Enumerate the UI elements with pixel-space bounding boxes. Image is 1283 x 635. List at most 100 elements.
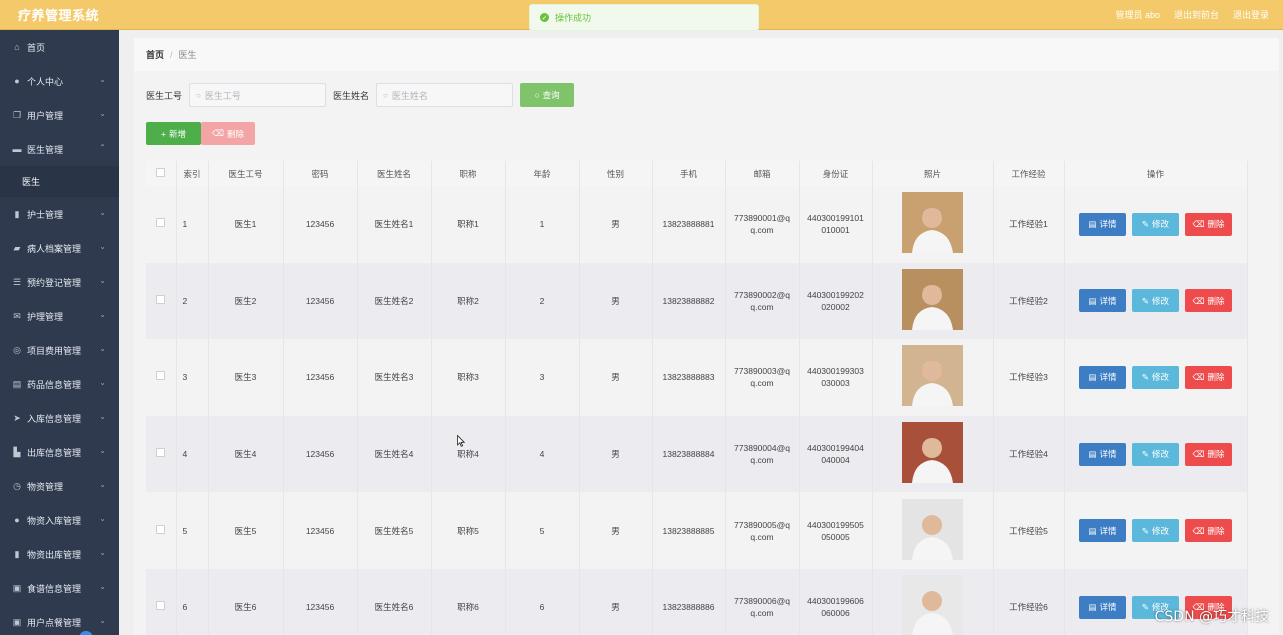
delete-button[interactable]: ⌫ 删除 xyxy=(1185,519,1232,543)
cell-operations: ▤ 详情 ✎ 修改 ⌫ 删除 xyxy=(1064,262,1248,340)
edit-button-label: 修改 xyxy=(1152,219,1170,230)
sidebar-item-label: 个人中心 xyxy=(27,76,64,87)
row-checkbox[interactable] xyxy=(156,601,166,611)
sidebar-item-doctors[interactable]: ▬ 医生管理 ⌃ xyxy=(0,132,119,166)
edit-button[interactable]: ✎ 修改 xyxy=(1132,519,1179,543)
sidebar-item-stock-out[interactable]: ▙ 出库信息管理 ⌄ xyxy=(0,435,119,469)
trash-icon: ⌫ xyxy=(1192,372,1205,383)
row-checkbox[interactable] xyxy=(156,448,166,458)
sidebar-item-stock-in[interactable]: ➤ 入库信息管理 ⌄ xyxy=(0,401,119,435)
sidebar-item-supplies[interactable]: ◷ 物资管理 ⌄ xyxy=(0,469,119,503)
detail-button-label: 详情 xyxy=(1099,372,1117,383)
delete-button[interactable]: ⌫ 删除 xyxy=(1185,365,1232,389)
sidebar-item-recipes[interactable]: ▣ 食谱信息管理 ⌄ xyxy=(0,571,119,605)
sidebar-item-appointments[interactable]: ☰ 预约登记管理 ⌄ xyxy=(0,265,119,299)
sidebar-item-nursing[interactable]: ✉ 护理管理 ⌄ xyxy=(0,299,119,333)
bag-icon: ▣ xyxy=(12,616,22,627)
admin-user-label[interactable]: 管理员 abo xyxy=(1115,8,1160,21)
delete-button-label: 删除 xyxy=(1207,449,1225,460)
cell-doctor-id: 医生6 xyxy=(208,568,284,635)
add-button[interactable]: + 新增 xyxy=(146,122,201,145)
cell-doctor-id: 医生3 xyxy=(208,339,284,416)
cell-operations: ▤ 详情 ✎ 修改 ⌫ 删除 xyxy=(1064,492,1248,569)
sidebar-item-supplies-out[interactable]: ▮ 物资出库管理 ⌄ xyxy=(0,537,119,571)
breadcrumb-current: 医生 xyxy=(178,50,197,60)
check-circle-icon: ✓ xyxy=(540,13,549,22)
cell-doctor-id: 医生2 xyxy=(208,262,284,340)
row-checkbox[interactable] xyxy=(156,294,166,304)
delete-button[interactable]: ⌫ 删除 xyxy=(1185,289,1232,313)
cell-age: 6 xyxy=(505,568,580,635)
detail-button[interactable]: ▤ 详情 xyxy=(1079,365,1126,389)
detail-button[interactable]: ▤ 详情 xyxy=(1079,519,1126,543)
doctor-name-input[interactable]: ○ 医生姓名 xyxy=(376,83,514,107)
sidebar-item-label: 物资入库管理 xyxy=(27,515,82,526)
chevron-down-icon: ⌄ xyxy=(99,208,106,217)
detail-button[interactable]: ▤ 详情 xyxy=(1079,442,1126,466)
edit-button[interactable]: ✎ 修改 xyxy=(1132,212,1179,236)
sidebar-item-label: 护理管理 xyxy=(27,311,64,322)
watermark: CSDN @巧才科技 xyxy=(1154,609,1269,625)
cell-experience: 工作经验3 xyxy=(993,339,1065,416)
cell-id-card: 440300199505 050005 xyxy=(799,492,873,569)
detail-button[interactable]: ▤ 详情 xyxy=(1079,289,1126,313)
trash-icon: ⌫ xyxy=(1192,525,1205,536)
sidebar-item-medicine[interactable]: ▤ 药品信息管理 ⌄ xyxy=(0,367,119,401)
row-checkbox[interactable] xyxy=(156,524,166,534)
delete-button[interactable]: ⌫ 删除 xyxy=(1185,212,1232,236)
mail-icon: ✉ xyxy=(13,310,21,321)
chevron-down-icon: ⌄ xyxy=(99,276,106,285)
sidebar-item-home[interactable]: ⌂ 首页 xyxy=(0,30,119,64)
batch-delete-button[interactable]: ⌫ 删除 xyxy=(201,122,255,145)
edit-button[interactable]: ✎ 修改 xyxy=(1132,289,1179,313)
logout-link[interactable]: 退出登录 xyxy=(1233,8,1269,21)
cell-title: 职称2 xyxy=(431,262,506,340)
cell-operations: ▤ 详情 ✎ 修改 ⌫ 删除 xyxy=(1064,415,1248,493)
sidebar-item-fees[interactable]: ◎ 项目费用管理 ⌄ xyxy=(0,333,119,367)
detail-button[interactable]: ▤ 详情 xyxy=(1079,595,1126,619)
detail-button[interactable]: ▤ 详情 xyxy=(1079,212,1126,236)
chart-icon: ▙ xyxy=(13,446,21,457)
cell-email: 773890006@q q.com xyxy=(725,568,800,635)
header-doctor-name: 医生姓名 xyxy=(357,161,432,186)
chevron-down-icon: ⌄ xyxy=(99,109,106,118)
sidebar-item-patient-records[interactable]: ▰ 病人档案管理 ⌄ xyxy=(0,231,119,265)
sidebar-item-users[interactable]: ❐ 用户管理 ⌄ xyxy=(0,98,119,132)
breadcrumb: 首页 / 医生 xyxy=(134,38,1279,71)
document-icon: ▤ xyxy=(1088,295,1097,306)
breadcrumb-separator: / xyxy=(170,49,173,60)
back-to-frontend-link[interactable]: 退出到前台 xyxy=(1174,8,1219,21)
row-select-cell xyxy=(146,186,177,263)
detail-button-label: 详情 xyxy=(1099,602,1117,613)
id-card-line-2: 050005 xyxy=(821,531,850,542)
doctor-id-input[interactable]: ○ 医生工号 xyxy=(189,83,327,107)
search-icon: ○ xyxy=(196,90,201,100)
id-card-line-1: 440300199606 xyxy=(807,596,864,607)
row-select-cell xyxy=(146,415,177,493)
delete-button-label: 删除 xyxy=(1207,372,1225,383)
row-checkbox[interactable] xyxy=(156,371,166,381)
clock-icon: ◷ xyxy=(13,480,21,491)
doctor-photo xyxy=(902,575,963,635)
query-button[interactable]: ○ 查询 xyxy=(520,83,575,107)
row-checkbox[interactable] xyxy=(156,218,166,228)
cell-id-card: 440300199101 010001 xyxy=(799,186,873,263)
delete-button[interactable]: ⌫ 删除 xyxy=(1185,442,1232,466)
cell-doctor-name: 医生姓名1 xyxy=(357,186,432,263)
edit-button[interactable]: ✎ 修改 xyxy=(1132,442,1179,466)
sidebar-item-supplies-in[interactable]: ● 物资入库管理 ⌄ xyxy=(0,503,119,537)
add-button-label: 新增 xyxy=(168,128,186,139)
id-card-line-1: 440300199101 xyxy=(807,213,864,224)
sidebar-subitem-doctor[interactable]: 医生 xyxy=(0,166,119,197)
sidebar-item-meal-orders[interactable]: ▣ 用户点餐管理 ⌄ xyxy=(0,605,119,635)
sidebar-item-personal[interactable]: ● 个人中心 ⌄ xyxy=(0,64,119,98)
email-line-1: 773890005@q xyxy=(734,519,790,530)
sidebar-item-nurses[interactable]: ▮ 护士管理 ⌄ xyxy=(0,197,119,231)
edit-button[interactable]: ✎ 修改 xyxy=(1132,365,1179,389)
doctor-photo xyxy=(902,498,963,560)
row-select-cell xyxy=(146,568,177,635)
table-row: 2 医生2 123456 医生姓名2 职称2 2 男 13823888882 773890002… xyxy=(146,262,1248,340)
breadcrumb-home[interactable]: 首页 xyxy=(146,48,164,61)
select-all-checkbox[interactable] xyxy=(156,168,166,177)
pencil-icon: ✎ xyxy=(1141,449,1150,460)
